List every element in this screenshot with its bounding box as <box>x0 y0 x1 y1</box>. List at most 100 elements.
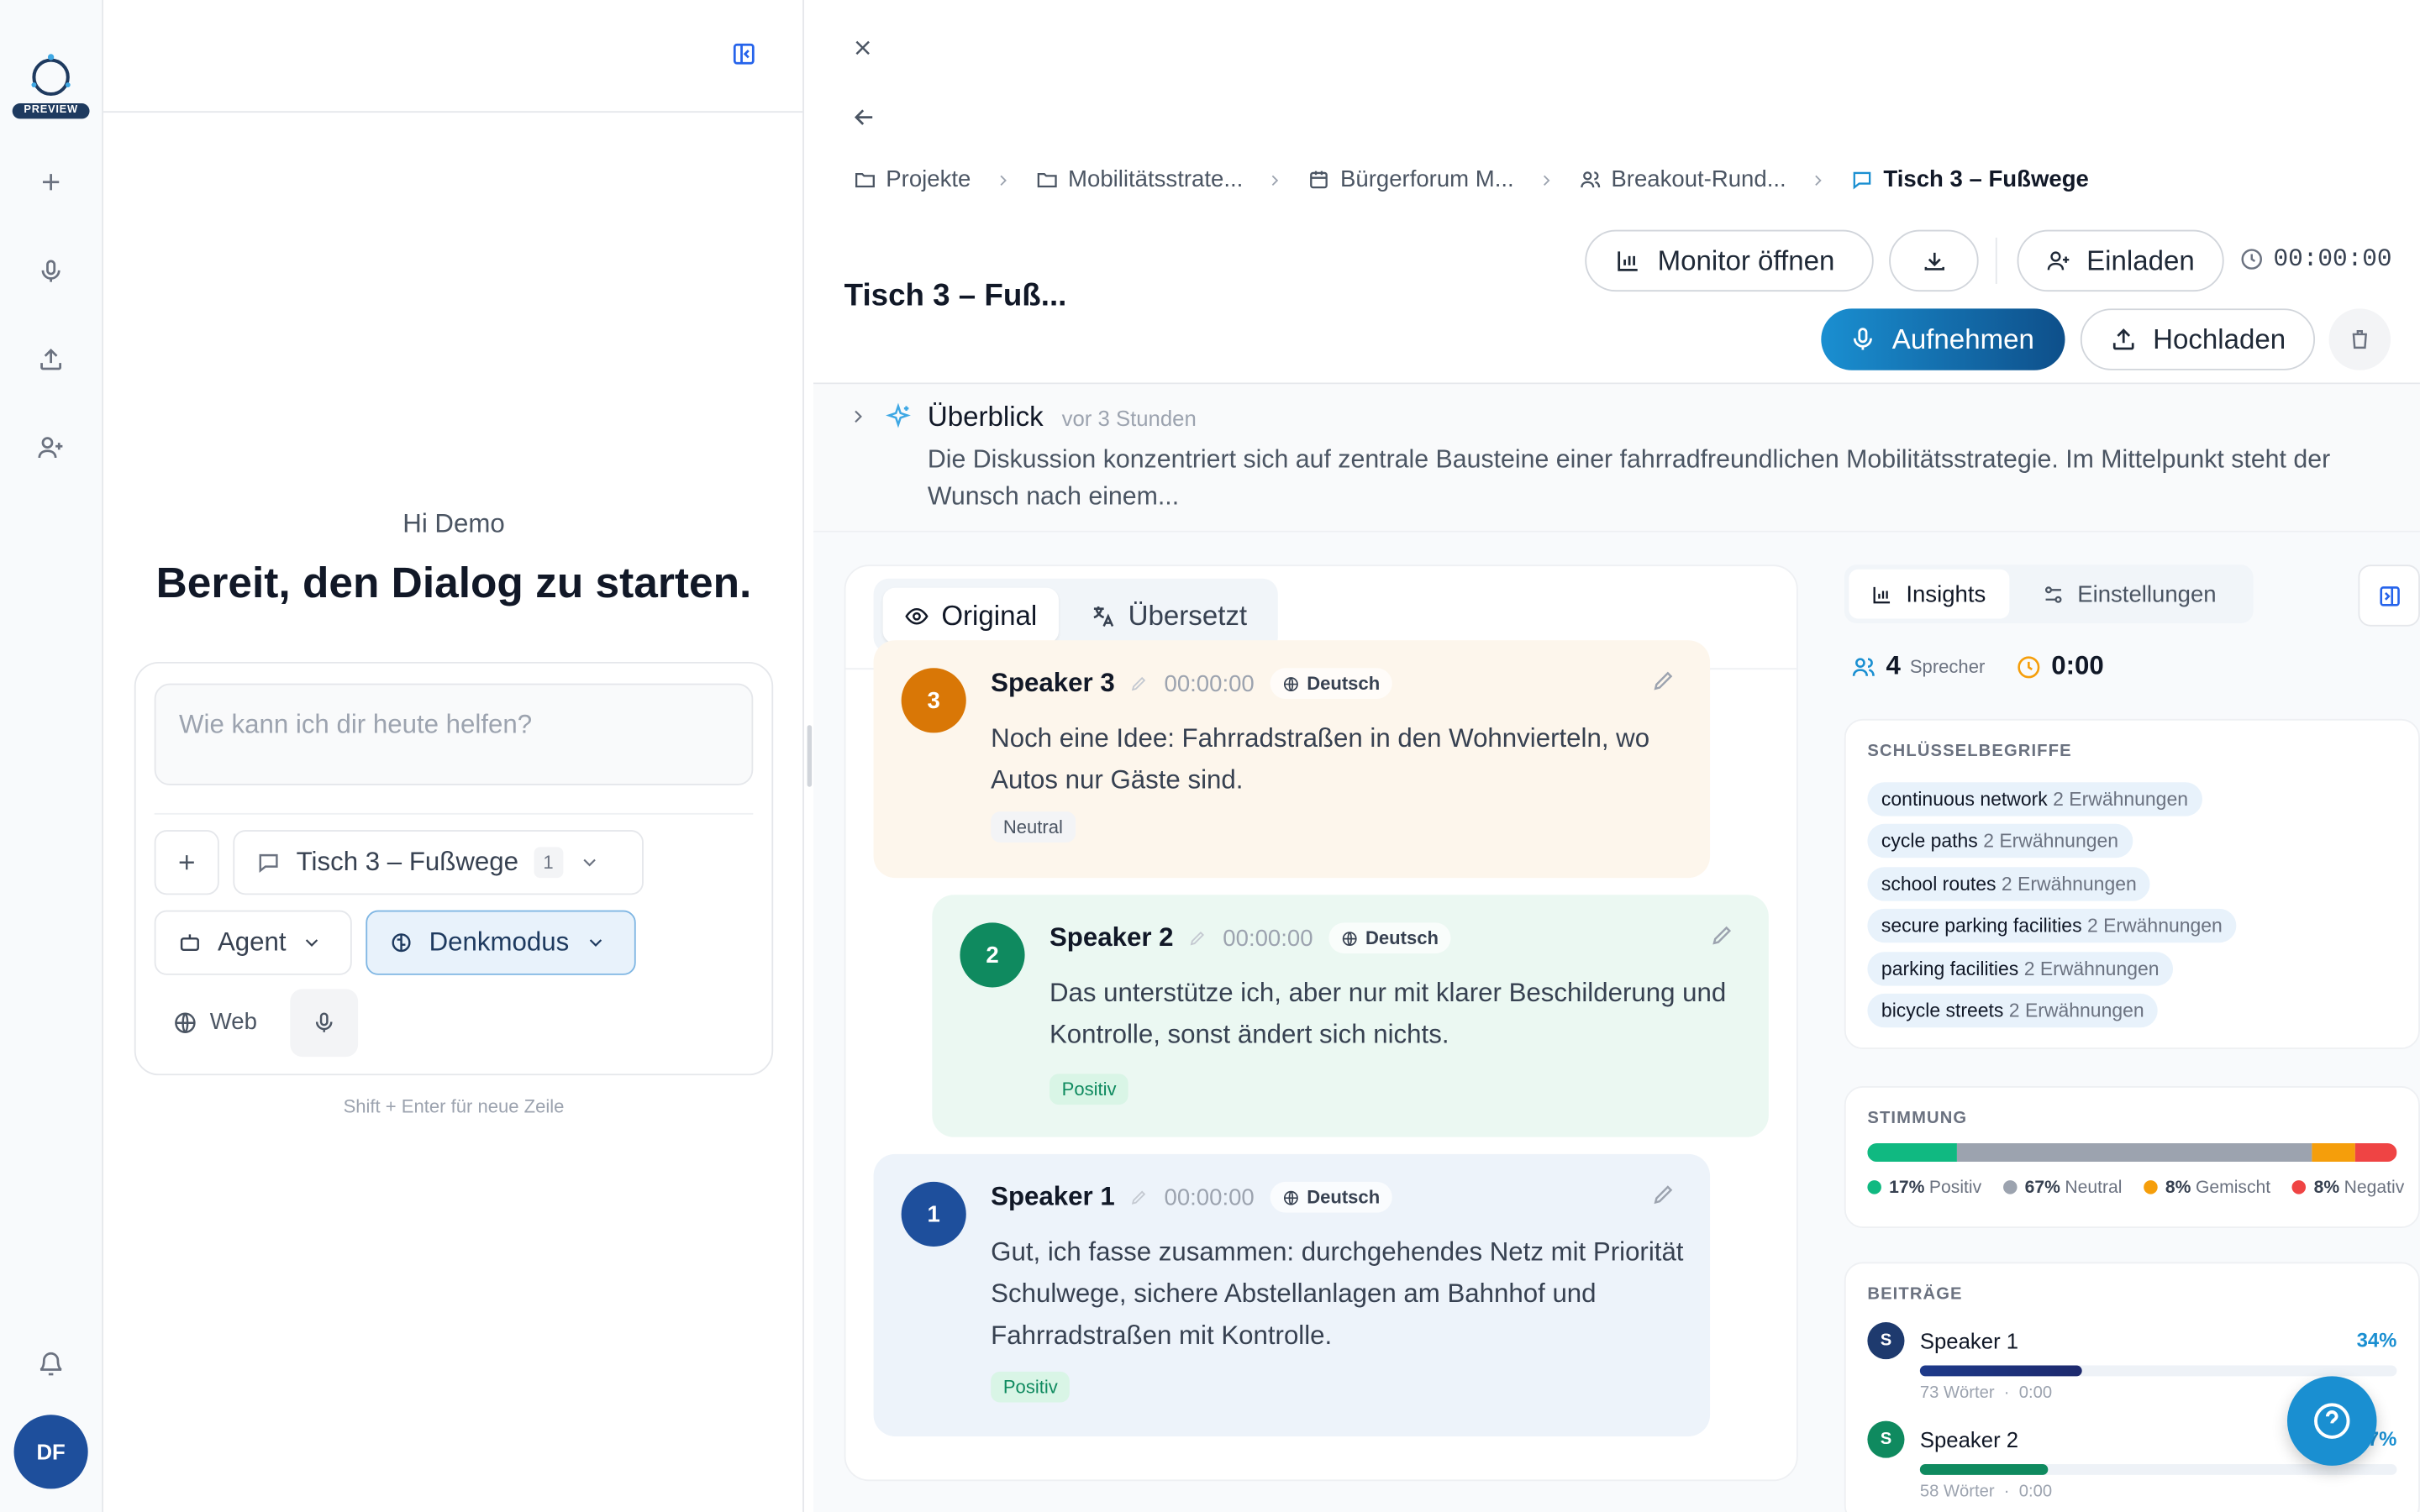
back-arrow-icon[interactable] <box>850 103 878 131</box>
trash-icon <box>2352 330 2367 349</box>
upload-button[interactable]: Hochladen <box>2080 308 2316 370</box>
upload-icon <box>40 348 62 370</box>
pencil-icon[interactable] <box>1130 675 1149 693</box>
chat-icon <box>1854 171 1871 190</box>
attach-button[interactable] <box>154 830 219 895</box>
chevron-down-icon <box>589 939 602 947</box>
transcript-message: 3 Speaker 3 00:00:00 Deutsch Noch eine I… <box>873 640 1711 879</box>
breadcrumb-item-strategy[interactable]: Mobilitätsstrate... <box>1035 166 1244 193</box>
add-user-icon <box>2047 251 2070 270</box>
overview-section[interactable]: Überblick vor 3 Stunden Die Diskussion k… <box>813 384 2420 533</box>
breadcrumb-item-breakout[interactable]: Breakout-Rund... <box>1579 166 1786 193</box>
pencil-icon[interactable] <box>1189 929 1207 948</box>
pencil-icon[interactable] <box>1130 1188 1149 1206</box>
speaker-avatar: 3 <box>901 668 966 733</box>
help-button[interactable] <box>2286 1376 2377 1466</box>
chat-header <box>103 0 804 113</box>
collapse-panel-button[interactable] <box>2358 564 2420 627</box>
delete-button[interactable] <box>2328 308 2391 370</box>
tab-insights[interactable]: Insights <box>1849 569 2010 619</box>
breadcrumb-label: Breakout-Rund... <box>1611 166 1786 193</box>
sidebar-toggle-icon[interactable] <box>730 40 758 68</box>
record-nav-button[interactable] <box>28 249 74 295</box>
keyword-mentions: 2 Erwähnungen <box>2008 1000 2144 1021</box>
keyword-chip[interactable]: parking facilities 2 Erwähnungen <box>1867 952 2174 986</box>
context-selector[interactable]: Tisch 3 – Fußwege 1 <box>233 830 644 895</box>
language-label: Deutsch <box>1307 672 1381 695</box>
language-badge: Deutsch <box>1328 922 1451 954</box>
speaker-name[interactable]: Speaker 2 <box>1050 922 1174 953</box>
contribution-fill <box>1919 1464 2049 1475</box>
upload-nav-button[interactable] <box>28 336 74 382</box>
notifications-button[interactable] <box>28 1341 74 1387</box>
page-title: Tisch 3 – Fuß... <box>844 279 1067 313</box>
keyword-chip[interactable]: continuous network 2 Erwähnungen <box>1867 782 2202 816</box>
insights-tabs: Insights Einstellungen <box>1844 564 2254 624</box>
legend-neutral: 67% Neutral <box>2002 1179 2122 1197</box>
globe-icon <box>1342 931 1357 946</box>
voice-input-button[interactable] <box>290 989 359 1058</box>
thinking-mode-selector[interactable]: Denkmodus <box>366 910 636 975</box>
chat-icon <box>259 853 278 874</box>
chat-composer: Wie kann ich dir heute helfen? Tisch 3 –… <box>134 661 774 1076</box>
tab-settings[interactable]: Einstellungen <box>2020 570 2249 619</box>
edit-icon[interactable] <box>1651 668 1676 692</box>
edit-icon[interactable] <box>1651 1182 1676 1206</box>
speaker-name[interactable]: Speaker 1 <box>991 1182 1115 1213</box>
chat-panel: Hi Demo Bereit, den Dialog zu starten. W… <box>103 0 804 1512</box>
microphone-icon <box>315 1012 333 1032</box>
message-text: Noch eine Idee: Fahrradstraßen in den Wo… <box>991 723 1650 795</box>
keyword-chip[interactable]: school routes 2 Erwähnungen <box>1867 867 2151 901</box>
breadcrumb-item-current[interactable]: Tisch 3 – Fußwege <box>1851 166 2089 193</box>
globe-icon <box>1283 1189 1298 1205</box>
contribution-pct: 34% <box>2356 1328 2397 1352</box>
input-hint: Shift + Enter für neue Zeile <box>343 1095 565 1117</box>
agent-selector[interactable]: Agent <box>154 910 352 975</box>
tab-translated[interactable]: Übersetzt <box>1068 588 1271 643</box>
new-button[interactable] <box>28 159 74 205</box>
legend-mixed: 8% Gemischt <box>2144 1179 2270 1197</box>
breadcrumb-label: Bürgerforum M... <box>1340 166 1514 193</box>
breadcrumb-item-forum[interactable]: Bürgerforum M... <box>1307 166 1514 193</box>
speaker-count-label: Sprecher <box>1909 655 1986 678</box>
monitor-button[interactable]: Monitor öffnen <box>1585 229 1874 292</box>
chevron-down-icon <box>306 939 319 947</box>
keyword-mentions: 2 Erwähnungen <box>2053 788 2189 811</box>
keyword-mentions: 2 Erwähnungen <box>2086 915 2223 937</box>
overview-time: vor 3 Stunden <box>1061 406 1197 431</box>
legend-label: Positiv <box>1928 1179 1982 1198</box>
speaker-header: Speaker 3 00:00:00 Deutsch <box>991 668 1392 700</box>
record-label: Aufnehmen <box>1891 323 2034 354</box>
speaker-name[interactable]: Speaker 3 <box>991 668 1115 699</box>
keyword-chip[interactable]: cycle paths 2 Erwähnungen <box>1867 823 2133 858</box>
legend-pct: 17% <box>1889 1179 1925 1198</box>
web-toggle[interactable]: Web <box>173 1009 257 1035</box>
invite-button[interactable]: Einladen <box>2017 229 2224 292</box>
tab-original[interactable]: Original <box>882 587 1059 643</box>
sentiment-badge: Neutral <box>991 811 1076 843</box>
legend-negative: 8% Negativ <box>2291 1179 2404 1198</box>
user-avatar[interactable]: DF <box>13 1415 88 1489</box>
word-count: 58 Wörter <box>1919 1483 1995 1502</box>
download-button[interactable] <box>1889 229 1979 292</box>
chat-input[interactable]: Wie kann ich dir heute helfen? <box>154 683 754 785</box>
keywords-card: SCHLÜSSELBEGRIFFE continuous network 2 E… <box>1844 718 2420 1049</box>
keyword-mentions: 2 Erwähnungen <box>2001 873 2137 895</box>
chevron-right-icon[interactable] <box>847 406 869 428</box>
legend-pct: 8% <box>2313 1179 2340 1198</box>
close-icon[interactable] <box>850 35 875 60</box>
record-button[interactable]: Aufnehmen <box>1821 308 2065 370</box>
download-icon <box>1923 251 1944 270</box>
invite-nav-button[interactable] <box>28 424 74 470</box>
resize-handle[interactable] <box>807 725 813 787</box>
keyword-chip[interactable]: bicycle streets 2 Erwähnungen <box>1867 993 2159 1028</box>
bar-chart-icon <box>1618 251 1638 271</box>
language-badge: Deutsch <box>1270 668 1392 700</box>
keyword-chip[interactable]: secure parking facilities 2 Erwähnungen <box>1867 908 2237 943</box>
breadcrumb-item-projects[interactable]: Projekte <box>854 166 971 193</box>
chevron-right-icon <box>1809 171 1828 189</box>
breadcrumb-label: Mobilitätsstrate... <box>1068 166 1244 193</box>
sentiment-card: STIMMUNG 17% Positiv 67% Neutral 8% Gemisch… <box>1844 1086 2420 1229</box>
edit-icon[interactable] <box>1710 922 1734 947</box>
calendar-icon <box>1310 171 1328 189</box>
